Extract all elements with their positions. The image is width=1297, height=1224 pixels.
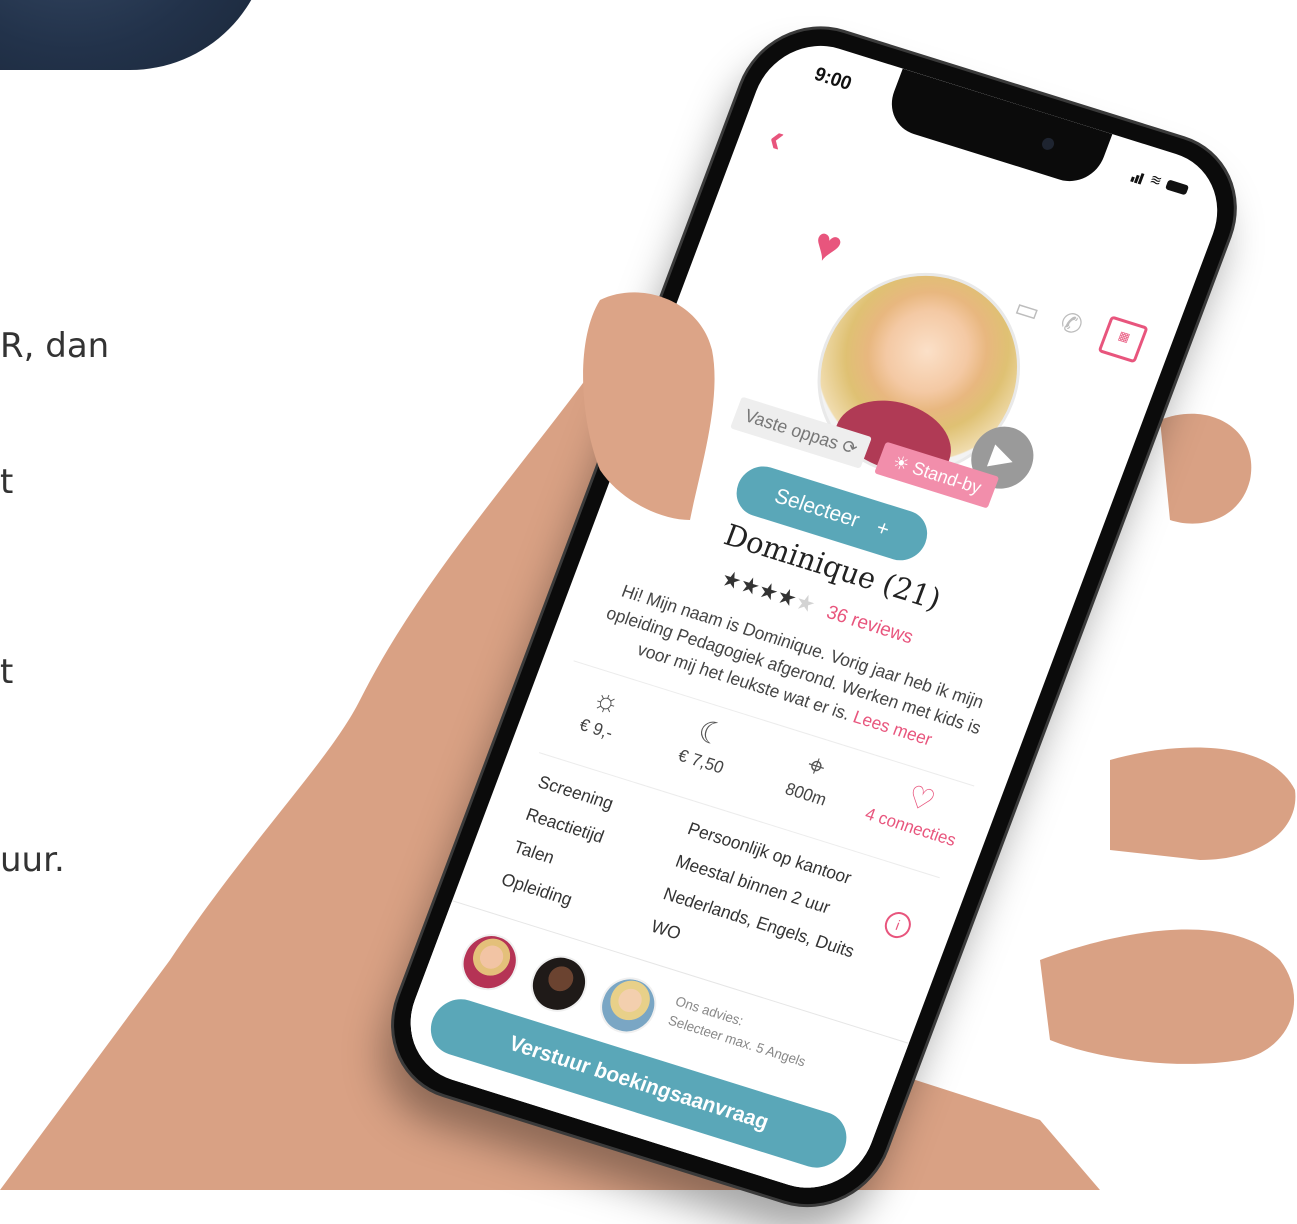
thumb-image <box>583 292 715 520</box>
